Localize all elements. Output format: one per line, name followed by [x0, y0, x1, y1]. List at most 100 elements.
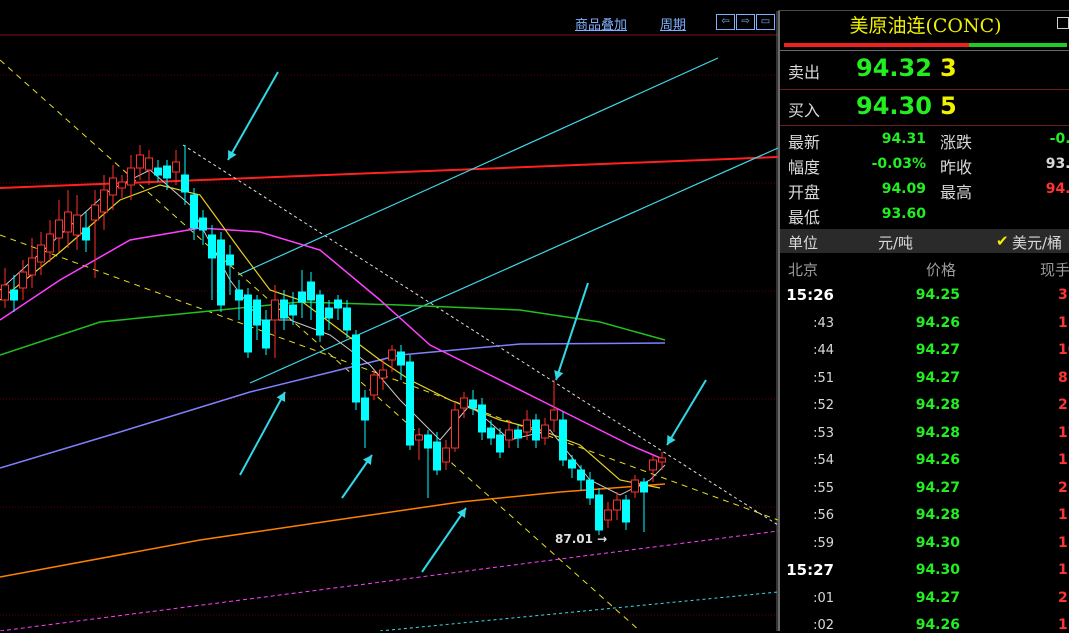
candle-body — [451, 409, 459, 449]
tick-time: :01 — [813, 590, 834, 606]
stat-value: -0.03% — [871, 156, 926, 172]
tick-time: :54 — [813, 453, 834, 468]
sell-label: 卖出 — [788, 63, 821, 82]
candle-body — [640, 481, 648, 493]
panel-toggle-icon[interactable] — [1057, 17, 1069, 29]
candle-body — [100, 189, 108, 213]
tick-header-time: 北京 — [788, 261, 819, 279]
candle-body — [235, 289, 243, 301]
tick-price: 94.27 — [915, 479, 960, 496]
candle-body — [424, 434, 432, 449]
window-toggle-icon[interactable]: ▭ — [756, 14, 775, 30]
candle-body — [343, 307, 351, 331]
candle-body — [568, 459, 576, 469]
candle-body — [217, 239, 225, 306]
low-price-label: 87.01 → — [555, 532, 608, 546]
scroll-left-icon[interactable]: ⇦ — [716, 14, 735, 30]
candle-body — [190, 194, 198, 229]
chart-nav-buttons: ⇦ ⇨ ▭ — [716, 14, 775, 30]
tick-time: :53 — [813, 425, 834, 441]
tick-header-price: 价格 — [926, 261, 957, 279]
candle-body — [55, 219, 63, 239]
candle-body — [109, 177, 117, 196]
candle-body — [226, 254, 234, 266]
candle-body — [586, 479, 594, 499]
tick-volume: 2 — [1058, 589, 1068, 606]
candle-body — [469, 399, 477, 409]
stat-value: 94.09 — [881, 181, 926, 197]
candle-body — [334, 299, 342, 309]
tick-header-volume: 现手 — [1040, 261, 1069, 279]
candle-body — [199, 217, 207, 231]
candle-body — [253, 299, 261, 326]
tick-price: 94.27 — [915, 369, 960, 386]
tick-time: :51 — [813, 370, 834, 386]
tick-volume: 1 — [1058, 534, 1068, 551]
arrowhead-icon — [457, 508, 466, 518]
quote-panel: 美原油连(CONC) 卖出 94.32 3 买入 94.30 5 最新 94.31… — [778, 11, 1069, 633]
candle-body — [46, 233, 54, 253]
candle-body — [595, 494, 603, 531]
candle-body — [28, 257, 36, 276]
stat-label: 最低 — [788, 208, 821, 227]
annotation-arrow — [227, 71, 279, 161]
buy-price: 94.30 — [856, 92, 932, 120]
tick-price: 94.27 — [915, 342, 960, 358]
stat-label: 最新 — [788, 133, 821, 152]
candle-body — [370, 374, 378, 396]
candle-body — [604, 509, 612, 521]
candle-body — [19, 271, 27, 289]
candle-body — [325, 307, 333, 319]
chart-canvas[interactable] — [0, 0, 778, 631]
candle-body — [415, 434, 423, 441]
channel-lower-line — [0, 234, 778, 521]
candle-body — [307, 281, 315, 301]
candlestick-chart[interactable]: 商品叠加 周期 ⇦ ⇨ ▭ 87.01 → — [0, 0, 778, 631]
candle-body — [172, 161, 180, 173]
candle-body — [1, 284, 9, 301]
candle-body — [37, 244, 45, 263]
period-menu-link[interactable]: 周期 — [660, 14, 686, 33]
stat-value: -0.03 — [1049, 131, 1069, 147]
unit-row: 单位 元/吨 ✔ 美元/桶 — [780, 229, 1069, 253]
stat-value: 93.99 — [1045, 156, 1069, 172]
candle-body — [523, 419, 531, 433]
candle-body — [352, 334, 360, 403]
cyan-dashed-line — [379, 591, 778, 631]
divider — [780, 89, 1069, 90]
annotation-arrow — [555, 282, 589, 381]
tick-volume: 31 — [1058, 287, 1069, 303]
stat-label: 涨跌 — [940, 133, 973, 152]
candle-body — [577, 469, 585, 481]
tick-price: 94.26 — [915, 452, 960, 468]
candle-body — [379, 369, 387, 379]
overlay-menu-link[interactable]: 商品叠加 — [575, 14, 627, 33]
tick-price: 94.26 — [915, 314, 960, 331]
tick-volume: 8 — [1058, 369, 1068, 386]
candle-body — [208, 234, 216, 259]
scroll-right-icon[interactable]: ⇨ — [736, 14, 755, 30]
candle-body — [271, 299, 279, 321]
cyan-channel-upper — [237, 57, 719, 276]
channel-upper-line — [0, 59, 641, 631]
tick-time: 15:27 — [786, 561, 834, 579]
candle-body — [388, 349, 396, 361]
candle-body — [433, 441, 441, 471]
candle-body — [361, 397, 369, 421]
stat-label: 开盘 — [788, 183, 821, 202]
candle-body — [658, 457, 666, 463]
unit-alt-option[interactable]: 美元/桶 — [1012, 232, 1062, 253]
candle-body — [559, 419, 567, 461]
sell-strength-bar — [784, 43, 969, 47]
stat-label: 昨收 — [940, 158, 973, 177]
candle-body — [82, 227, 90, 241]
candle-body — [145, 157, 153, 171]
tick-volume: 1 — [1058, 314, 1068, 331]
arrowhead-icon — [363, 455, 372, 465]
candle-body — [64, 211, 72, 233]
tick-time: :55 — [813, 480, 834, 496]
candle-body — [10, 289, 18, 301]
tick-price: 94.27 — [915, 589, 960, 606]
candle-body — [514, 429, 522, 439]
candle-body — [118, 181, 126, 189]
